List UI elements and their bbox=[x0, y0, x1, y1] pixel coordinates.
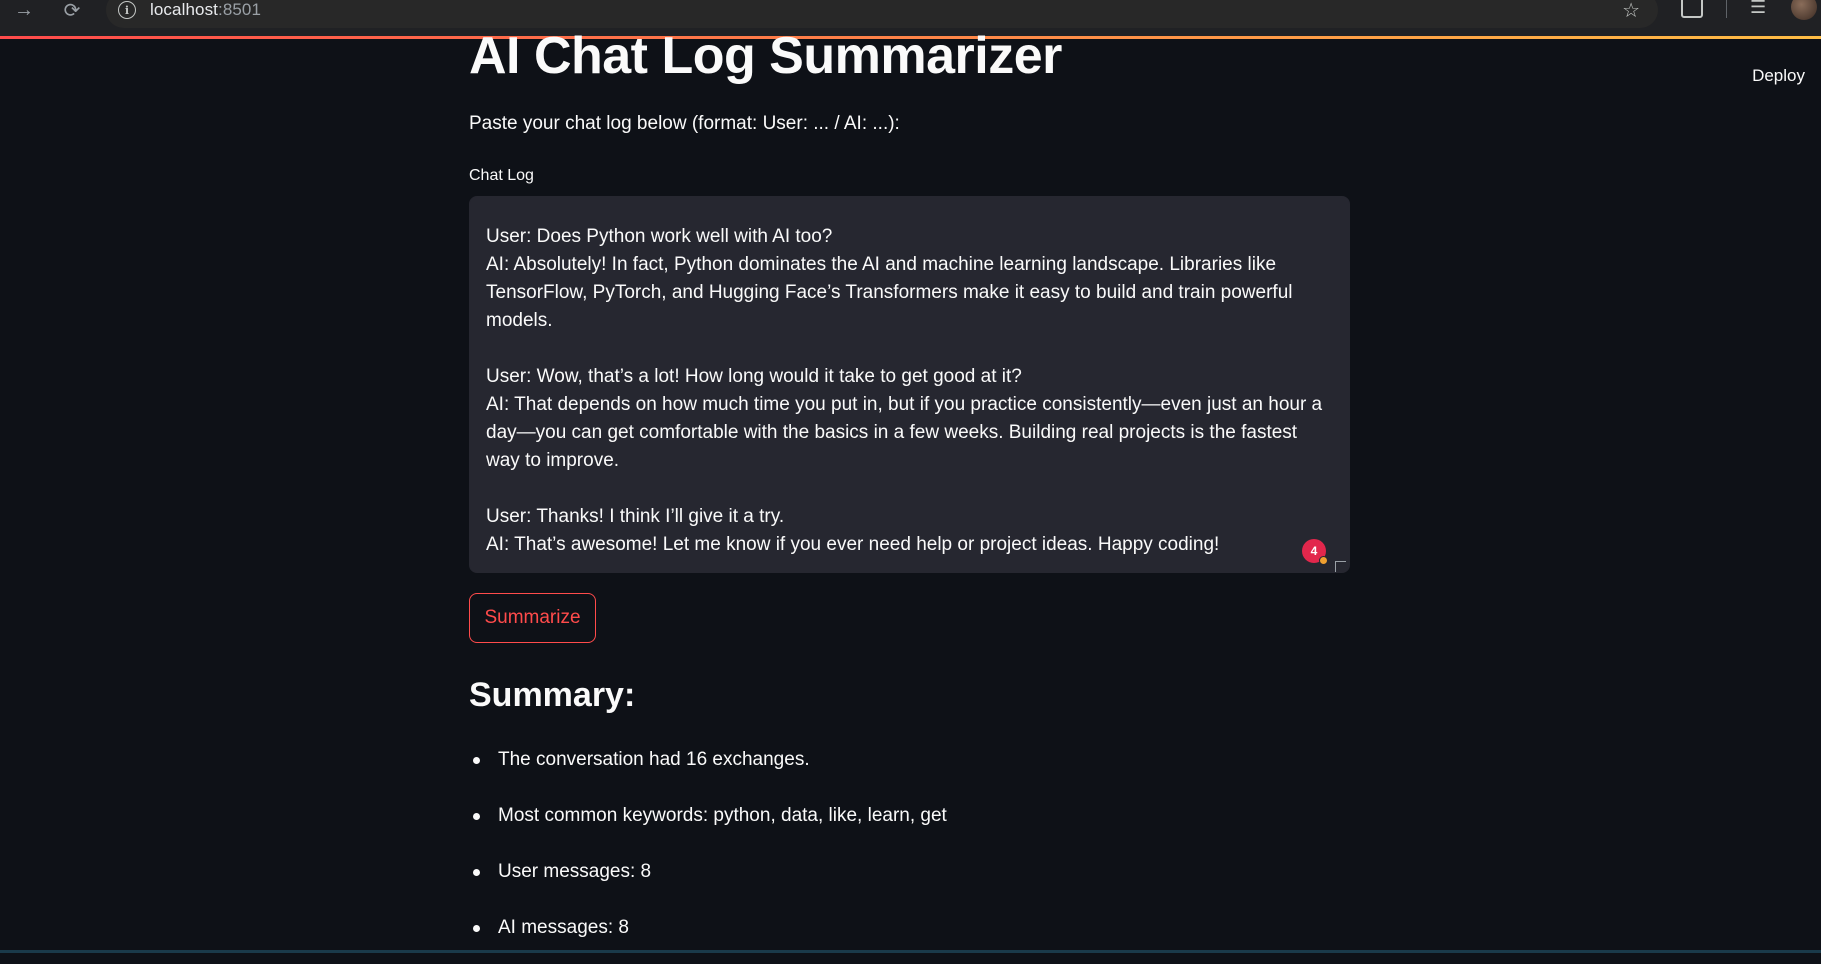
summary-item-user-messages: User messages: 8 bbox=[469, 852, 947, 908]
deploy-button[interactable]: Deploy bbox=[1752, 66, 1805, 86]
resize-handle-icon[interactable] bbox=[1335, 561, 1346, 572]
star-icon[interactable]: ☆ bbox=[1622, 0, 1640, 23]
url-host: localhost bbox=[150, 0, 218, 19]
forward-arrow-icon[interactable]: → bbox=[12, 0, 36, 22]
reload-icon[interactable]: ⟳ bbox=[60, 0, 84, 22]
summarize-button[interactable]: Summarize bbox=[469, 593, 596, 643]
address-bar[interactable]: i localhost:8501 ☆ bbox=[106, 0, 1658, 28]
url-port: :8501 bbox=[218, 0, 262, 19]
instructions-text: Paste your chat log below (format: User:… bbox=[469, 113, 900, 134]
chat-log-label: Chat Log bbox=[469, 167, 534, 184]
summary-item-ai-messages: AI messages: 8 bbox=[469, 908, 947, 964]
extensions-icon[interactable] bbox=[1681, 0, 1703, 18]
toolbar-divider bbox=[1726, 0, 1727, 18]
summary-item-exchanges: The conversation had 16 exchanges. bbox=[469, 740, 947, 796]
page-title: AI Chat Log Summarizer bbox=[469, 27, 1062, 85]
info-icon[interactable]: i bbox=[118, 1, 136, 19]
url-text: localhost:8501 bbox=[150, 0, 261, 20]
summary-list: The conversation had 16 exchanges. Most … bbox=[469, 740, 947, 964]
summary-heading: Summary: bbox=[469, 676, 636, 714]
chat-log-textarea[interactable]: User: Does Python work well with AI too?… bbox=[469, 196, 1350, 573]
profile-avatar[interactable] bbox=[1791, 0, 1817, 20]
badge-status-dot bbox=[1319, 556, 1328, 565]
media-icon[interactable]: ☰ bbox=[1750, 0, 1766, 16]
summary-item-keywords: Most common keywords: python, data, like… bbox=[469, 796, 947, 852]
